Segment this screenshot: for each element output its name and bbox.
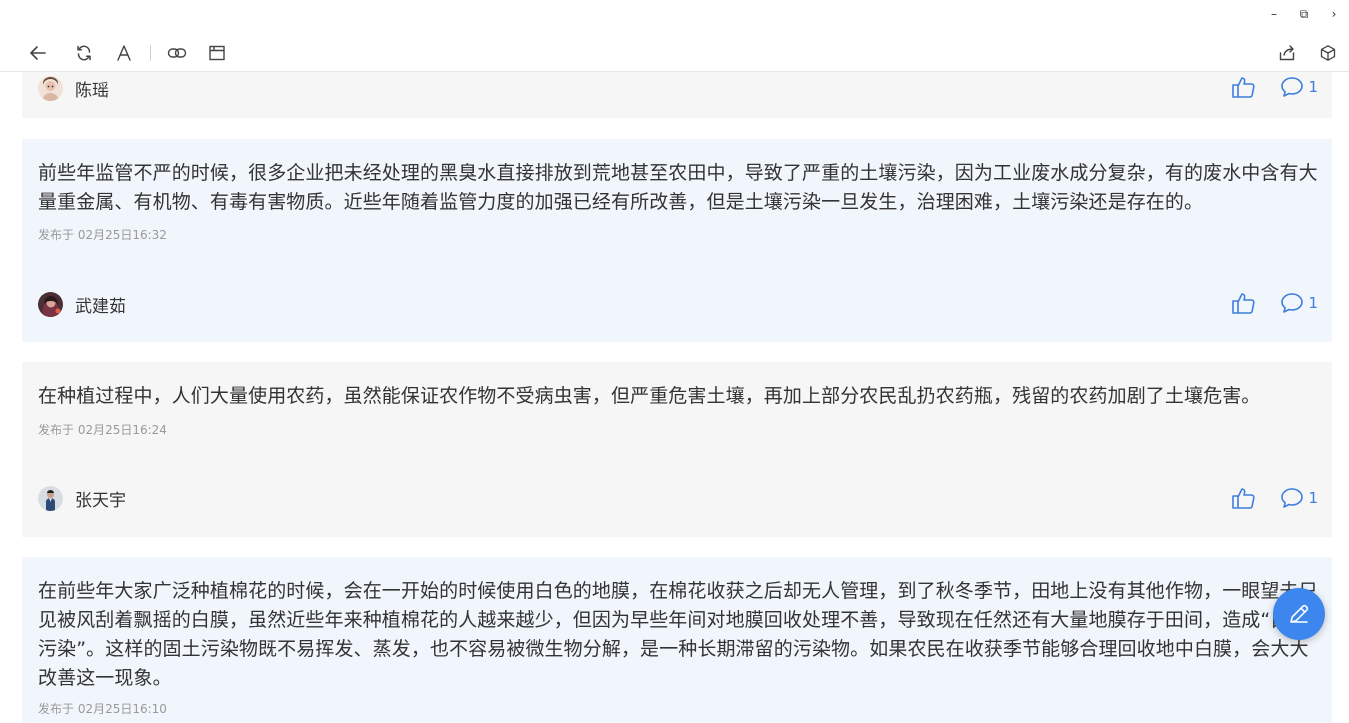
comment-text: 在前些年大家广泛种植棉花的时候，会在一开始的时候使用白色的地膜，在棉花收获之后却… — [38, 580, 1318, 689]
comment-button[interactable]: 1 — [1279, 291, 1318, 315]
author-name[interactable]: 武建茹 — [75, 292, 126, 317]
like-icon[interactable] — [1231, 290, 1257, 316]
like-icon[interactable] — [1231, 74, 1257, 100]
comment-count: 1 — [1308, 294, 1318, 312]
minimize-button[interactable]: – — [1259, 0, 1289, 28]
comment-count: 1 — [1308, 78, 1318, 96]
comment-card: 陈瑶 1 — [22, 72, 1332, 118]
pencil-icon — [1290, 604, 1309, 623]
window-icon[interactable] — [206, 42, 228, 64]
toolbar-divider — [150, 45, 151, 61]
cube-icon[interactable] — [1317, 42, 1339, 64]
comment-card: 在前些年大家广泛种植棉花的时候，会在一开始的时候使用白色的地膜，在棉花收获之后却… — [22, 557, 1332, 723]
like-icon[interactable] — [1231, 485, 1257, 511]
post-actions: 1 — [1231, 485, 1318, 511]
comment-text: 在种植过程中，人们大量使用农药，虽然能保证农作物不受病虫害，但严重危害土壤，再加… — [38, 385, 1261, 407]
author-row: 陈瑶 — [38, 76, 109, 101]
comment-list: 陈瑶 1 前些年监管不严的时候，很多企业把未经处理的黑臭水直接排放到荒地甚至农田… — [0, 72, 1349, 723]
comment-icon — [1281, 77, 1304, 97]
comment-icon — [1281, 488, 1304, 508]
comment-card: 在种植过程中，人们大量使用农药，虽然能保证农作物不受病虫害，但严重危害土壤，再加… — [22, 362, 1332, 537]
window-controls: – ⧉ › — [1259, 0, 1349, 28]
comment-card: 前些年监管不严的时候，很多企业把未经处理的黑臭水直接排放到荒地甚至农田中，导致了… — [22, 139, 1332, 342]
font-icon[interactable] — [113, 42, 135, 64]
avatar[interactable] — [38, 76, 63, 101]
compose-button[interactable] — [1273, 588, 1325, 640]
author-name[interactable]: 张天宇 — [75, 486, 126, 511]
post-actions: 1 — [1231, 74, 1318, 100]
post-actions: 1 — [1231, 290, 1318, 316]
author-row: 武建茹 — [38, 292, 126, 317]
share-icon[interactable] — [1276, 42, 1298, 64]
author-row: 张天宇 — [38, 486, 126, 511]
post-date: 发布于 02月25日16:24 — [38, 423, 167, 437]
comment-text: 前些年监管不严的时候，很多企业把未经处理的黑臭水直接排放到荒地甚至农田中，导致了… — [38, 162, 1318, 213]
back-icon[interactable] — [27, 42, 49, 64]
refresh-icon[interactable] — [73, 42, 95, 64]
link-icon[interactable] — [166, 42, 188, 64]
post-date: 发布于 02月25日16:10 — [38, 702, 167, 716]
comment-icon — [1281, 293, 1304, 313]
avatar[interactable] — [38, 292, 63, 317]
comment-button[interactable]: 1 — [1279, 75, 1318, 99]
comment-count: 1 — [1308, 489, 1318, 507]
restore-button[interactable]: ⧉ — [1289, 0, 1319, 28]
more-button[interactable]: › — [1319, 0, 1349, 28]
post-date: 发布于 02月25日16:32 — [38, 228, 167, 242]
toolbar — [0, 36, 1349, 72]
author-name[interactable]: 陈瑶 — [75, 76, 109, 101]
comment-button[interactable]: 1 — [1279, 486, 1318, 510]
avatar[interactable] — [38, 486, 63, 511]
